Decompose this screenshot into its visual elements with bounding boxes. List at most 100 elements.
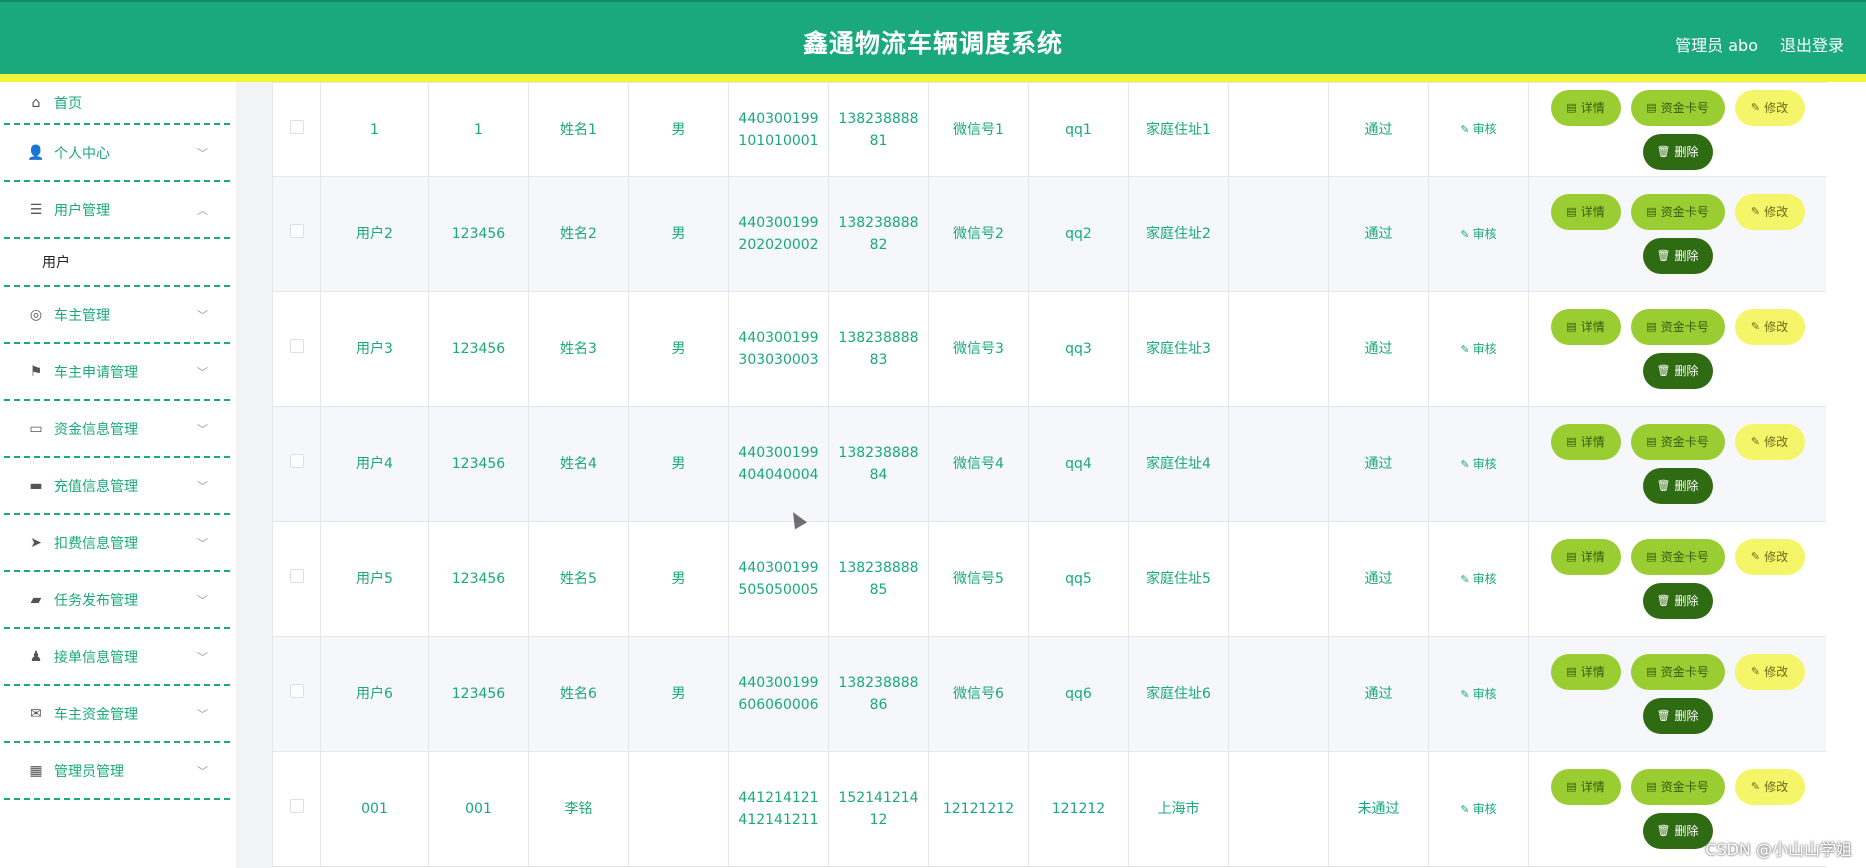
cell-phone: 138238888 85 <box>828 521 929 637</box>
sidebar-item-8[interactable]: ▰ 任务发布管理 ﹀ <box>4 572 230 629</box>
edit-button[interactable]: ✎ 修改 <box>1734 89 1805 126</box>
detail-button[interactable]: ▤ 详情 <box>1550 539 1621 575</box>
audit-link[interactable]: ✎ 审核 <box>1460 457 1496 471</box>
audit-link[interactable]: ✎ 审核 <box>1460 122 1496 136</box>
cell-id_card-line: 505050005 <box>738 582 819 598</box>
delete-button[interactable]: 🗑 删除 <box>1642 238 1713 274</box>
cell-id_card: 440300199 202020002 <box>728 176 829 292</box>
sidebar-item-3[interactable]: ◎ 车主管理 ﹀ <box>4 287 230 344</box>
cell-password: 123456 <box>428 406 529 522</box>
sidebar-item-4[interactable]: ⚑ 车主申请管理 ﹀ <box>4 344 230 401</box>
cell-audit: ✎ 审核 <box>1428 176 1529 292</box>
edit-button[interactable]: ✎ 修改 <box>1734 424 1805 460</box>
cell-audit: ✎ 审核 <box>1428 406 1529 522</box>
edit-button-label: 修改 <box>1764 320 1789 334</box>
fund-card-button[interactable]: ▤ 资金卡号 <box>1630 539 1725 575</box>
edit-button[interactable]: ✎ 修改 <box>1734 309 1805 345</box>
logout-link[interactable]: 退出登录 <box>1780 32 1844 56</box>
cell-wechat: 12121212 <box>928 751 1029 867</box>
cell-password: 123456 <box>428 521 529 637</box>
sidebar-subitem-user[interactable]: 用户 <box>4 239 230 287</box>
document-icon: ▤ <box>1566 205 1577 218</box>
detail-button[interactable]: ▤ 详情 <box>1550 89 1621 126</box>
fund-card-button[interactable]: ▤ 资金卡号 <box>1630 194 1725 230</box>
cell-id_card: 441214121 412141211 <box>728 751 829 867</box>
delete-button[interactable]: 🗑 删除 <box>1642 353 1713 389</box>
cell-account: 1 <box>320 82 429 177</box>
cell-phone-line: 138238888 <box>838 330 919 346</box>
cell-phone-line: 138238888 <box>838 110 919 127</box>
cell-gender: 男 <box>628 406 729 522</box>
edit-button[interactable]: ✎ 修改 <box>1734 194 1805 230</box>
delete-button[interactable]: 🗑 删除 <box>1642 813 1713 849</box>
row-checkbox[interactable] <box>289 119 304 134</box>
sidebar-item-1[interactable]: 👤 个人中心 ﹀ <box>4 125 230 182</box>
delete-button[interactable]: 🗑 删除 <box>1642 583 1713 619</box>
fund-card-button[interactable]: ▤ 资金卡号 <box>1630 89 1725 126</box>
sidebar-item-11[interactable]: ▦ 管理员管理 ﹀ <box>4 743 230 800</box>
detail-button[interactable]: ▤ 详情 <box>1550 194 1621 230</box>
sidebar: ⌂ 首页 👤 个人中心 ﹀ ☰ 用户管理 ︿ 用户 ◎ 车主管理 ﹀ ⚑ 车主申请管理 ﹀ ▭ 资金信息管理 ﹀ ▬… <box>0 82 236 868</box>
delete-button[interactable]: 🗑 删除 <box>1642 698 1713 734</box>
sidebar-item-label: 接单信息管理 <box>54 649 138 666</box>
sidebar-item-label: 资金信息管理 <box>54 421 138 438</box>
detail-button[interactable]: ▤ 详情 <box>1550 769 1621 805</box>
detail-button[interactable]: ▤ 详情 <box>1550 654 1621 690</box>
row-checkbox[interactable] <box>289 224 304 238</box>
row-checkbox[interactable] <box>289 684 304 698</box>
row-checkbox[interactable] <box>289 569 304 583</box>
cell-id_card-line: 440300199 <box>738 330 819 346</box>
cell-wechat: 微信号3 <box>928 291 1029 407</box>
cell-id_card-line: 440300199 <box>738 445 819 461</box>
fund-card-button[interactable]: ▤ 资金卡号 <box>1630 309 1725 345</box>
delete-button[interactable]: 🗑 删除 <box>1642 468 1713 504</box>
cell-blank <box>1228 406 1329 522</box>
edit-pen-icon: ✎ <box>1750 320 1761 333</box>
row-checkbox[interactable] <box>289 339 304 353</box>
main-content: 1 1 姓名1 男 440300199 101010001 138238888 81 微信号1 q… <box>272 82 1827 868</box>
sidebar-item-0[interactable]: ⌂ 首页 <box>4 82 230 125</box>
audit-link[interactable]: ✎ 审核 <box>1460 687 1496 701</box>
audit-label: 审核 <box>1472 801 1497 816</box>
delete-button[interactable]: 🗑 删除 <box>1642 133 1713 170</box>
edit-button-label: 修改 <box>1764 780 1789 794</box>
fund-card-button-label: 资金卡号 <box>1660 320 1709 334</box>
chevron-down-icon: ﹀ <box>197 594 208 607</box>
document-icon: ▤ <box>1646 205 1657 218</box>
audit-link[interactable]: ✎ 审核 <box>1460 342 1496 356</box>
cell-qq: qq2 <box>1028 176 1129 292</box>
edit-button-label: 修改 <box>1764 665 1789 679</box>
edit-button[interactable]: ✎ 修改 <box>1734 539 1805 575</box>
cell-phone: 138238888 82 <box>828 176 929 292</box>
audit-label: 审核 <box>1472 456 1497 471</box>
edit-pen-icon: ✎ <box>1460 457 1470 471</box>
sidebar-item-label: 首页 <box>54 95 82 112</box>
fund-card-button[interactable]: ▤ 资金卡号 <box>1630 424 1725 460</box>
fund-card-button[interactable]: ▤ 资金卡号 <box>1630 654 1725 690</box>
sidebar-item-2[interactable]: ☰ 用户管理 ︿ <box>4 182 230 239</box>
audit-link[interactable]: ✎ 审核 <box>1460 802 1496 816</box>
audit-link[interactable]: ✎ 审核 <box>1460 572 1496 586</box>
row-checkbox[interactable] <box>289 799 304 813</box>
detail-button[interactable]: ▤ 详情 <box>1550 309 1621 345</box>
cell-phone-line: 138238888 <box>838 445 919 461</box>
cell-blank <box>1228 291 1329 407</box>
row-checkbox[interactable] <box>289 454 304 468</box>
edit-button[interactable]: ✎ 修改 <box>1734 654 1805 690</box>
audit-link[interactable]: ✎ 审核 <box>1460 227 1496 241</box>
edit-button-label: 修改 <box>1764 550 1789 564</box>
fund-card-button-label: 资金卡号 <box>1660 205 1709 219</box>
sidebar-item-7[interactable]: ➤ 扣费信息管理 ﹀ <box>4 515 230 572</box>
sidebar-item-label: 任务发布管理 <box>54 592 138 609</box>
cell-name: 姓名3 <box>528 291 629 407</box>
sidebar-item-10[interactable]: ✉ 车主资金管理 ﹀ <box>4 686 230 743</box>
chevron-down-icon: ﹀ <box>197 147 208 160</box>
detail-button[interactable]: ▤ 详情 <box>1550 424 1621 460</box>
sidebar-item-9[interactable]: ♟ 接单信息管理 ﹀ <box>4 629 230 686</box>
fund-card-button[interactable]: ▤ 资金卡号 <box>1630 769 1725 805</box>
sidebar-item-5[interactable]: ▭ 资金信息管理 ﹀ <box>4 401 230 458</box>
sidebar-item-6[interactable]: ▬ 充值信息管理 ﹀ <box>4 458 230 515</box>
edit-button[interactable]: ✎ 修改 <box>1734 769 1805 805</box>
cell-phone-line: 86 <box>869 697 888 713</box>
document-icon: ▤ <box>1646 665 1657 678</box>
